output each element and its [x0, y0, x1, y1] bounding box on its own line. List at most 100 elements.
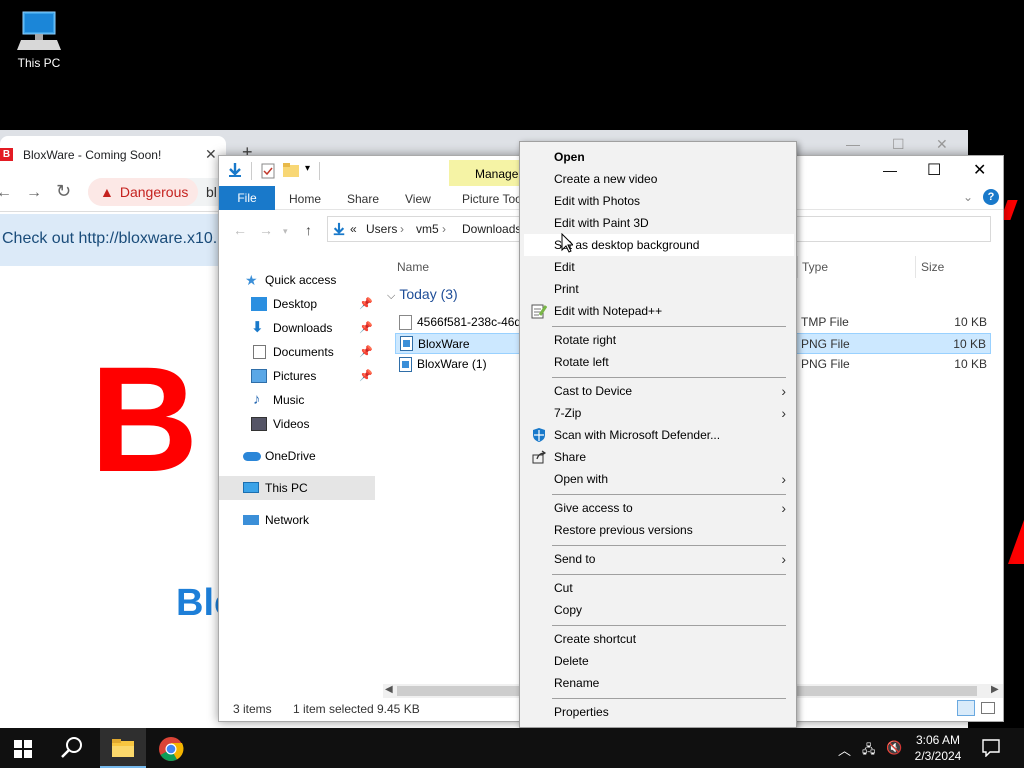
menu-item-open[interactable]: Open [524, 146, 794, 168]
menu-item-restore-versions[interactable]: Restore previous versions [524, 519, 794, 541]
notifications-icon[interactable] [982, 739, 1000, 757]
nav-desktop[interactable]: Desktop 📌 [219, 292, 376, 316]
star-icon: ★ [245, 272, 258, 288]
reload-icon[interactable]: ↻ [56, 181, 71, 202]
menu-label: Scan with Microsoft Defender... [554, 428, 721, 442]
menu-item-create-video[interactable]: Create a new video [524, 168, 794, 190]
details-view-icon[interactable] [957, 700, 975, 716]
menu-item-create-shortcut[interactable]: Create shortcut [524, 628, 794, 650]
menu-item-edit-notepadpp[interactable]: Edit with Notepad++ [524, 300, 794, 322]
breadcrumb-downloads[interactable]: Downloads [462, 222, 521, 236]
breadcrumb-overflow[interactable]: « [350, 222, 357, 236]
search-icon[interactable] [58, 734, 86, 762]
menu-label: Print [554, 282, 579, 296]
pin-icon[interactable]: 📌 [359, 364, 373, 388]
minimize-icon[interactable]: — [883, 162, 897, 178]
menu-item-delete[interactable]: Delete [524, 650, 794, 672]
nav-documents[interactable]: Documents 📌 [219, 340, 376, 364]
tab-file[interactable]: File [219, 186, 275, 210]
column-header-type[interactable]: Type [802, 260, 828, 274]
music-note-icon: ♪ [253, 391, 261, 408]
tab-share[interactable]: Share [347, 192, 379, 206]
pin-icon[interactable]: 📌 [359, 340, 373, 364]
taskbar: ︿ 🖧 🔇 3:06 AM 2/3/2024 [0, 728, 1024, 768]
menu-item-print[interactable]: Print [524, 278, 794, 300]
pin-icon[interactable]: 📌 [359, 292, 373, 316]
system-clock[interactable]: 3:06 AM 2/3/2024 [906, 732, 970, 764]
menu-item-cut[interactable]: Cut [524, 577, 794, 599]
chrome-icon[interactable] [158, 736, 184, 762]
column-header-name[interactable]: Name [397, 260, 429, 274]
windows-start-icon[interactable] [14, 740, 32, 758]
banner-text[interactable]: Check out http://bloxware.x10. [2, 230, 217, 248]
back-icon[interactable]: ← [233, 222, 247, 238]
tab-view[interactable]: View [405, 192, 431, 206]
menu-item-scan-defender[interactable]: Scan with Microsoft Defender... [524, 424, 794, 446]
nav-this-pc[interactable]: This PC [219, 476, 375, 500]
menu-item-properties[interactable]: Properties [524, 701, 794, 723]
scroll-left-icon[interactable]: ◀ [385, 684, 393, 695]
large-icons-view-icon[interactable] [981, 702, 995, 714]
forward-icon[interactable]: → [259, 222, 273, 238]
pin-icon[interactable]: 📌 [359, 316, 373, 340]
menu-item-rotate-right[interactable]: Rotate right [524, 329, 794, 351]
maximize-icon[interactable]: ☐ [927, 160, 941, 180]
scroll-right-icon[interactable]: ▶ [991, 684, 999, 695]
new-folder-icon[interactable] [283, 163, 299, 177]
breadcrumb-users[interactable]: Users [366, 222, 397, 236]
tab-title: BloxWare - Coming Soon! [23, 148, 162, 162]
recent-dropdown-icon[interactable]: ▾ [283, 226, 288, 237]
group-header[interactable]: ⌵ Today (3) [387, 286, 458, 303]
network-status-icon[interactable]: 🖧 [862, 740, 875, 761]
volume-muted-icon[interactable]: 🔇 [886, 740, 902, 756]
close-icon[interactable]: ✕ [973, 160, 986, 180]
tab-home[interactable]: Home [289, 192, 321, 206]
close-tab-icon[interactable]: ✕ [205, 146, 217, 163]
help-icon[interactable]: ? [983, 189, 999, 205]
menu-item-send-to[interactable]: Send to › [524, 548, 794, 570]
menu-item-edit-paint3d[interactable]: Edit with Paint 3D [524, 212, 794, 234]
menu-item-open-with[interactable]: Open with › [524, 468, 794, 490]
qa-dropdown-icon[interactable]: ▾ [305, 163, 310, 174]
up-icon[interactable]: ↑ [305, 222, 312, 238]
nav-downloads[interactable]: ⬇ Downloads 📌 [219, 316, 376, 340]
tab-picture-tools[interactable]: Picture Too [462, 192, 522, 206]
minimize-icon[interactable]: — [846, 136, 860, 152]
properties-check-icon[interactable] [261, 163, 275, 179]
forward-icon[interactable]: → [26, 184, 42, 202]
breadcrumb-vm5[interactable]: vm5 [416, 222, 439, 236]
menu-item-edit[interactable]: Edit [524, 256, 794, 278]
show-hidden-icons-icon[interactable]: ︿ [838, 740, 851, 759]
menu-item-rotate-left[interactable]: Rotate left [524, 351, 794, 373]
maximize-icon[interactable]: ☐ [892, 136, 905, 153]
divider [251, 162, 252, 180]
menu-item-share[interactable]: Share [524, 446, 794, 468]
security-chip[interactable]: ▲ Dangerous [88, 178, 199, 206]
menu-item-rename[interactable]: Rename [524, 672, 794, 694]
nav-onedrive[interactable]: OneDrive [219, 444, 376, 468]
nav-label: Desktop [273, 297, 318, 311]
expand-ribbon-icon[interactable]: ⌄ [963, 190, 973, 204]
taskbar-file-explorer[interactable] [100, 728, 146, 768]
nav-videos[interactable]: Videos [219, 412, 376, 436]
nav-music[interactable]: ♪ Music [219, 388, 376, 412]
desktop-icon-this-pc[interactable]: This PC [10, 10, 68, 76]
chrome-tab[interactable]: B BloxWare - Coming Soon! ✕ [0, 136, 226, 170]
menu-label: Edit with Paint 3D [554, 216, 649, 230]
back-icon[interactable]: ← [0, 184, 12, 202]
file-name: BloxWare [418, 337, 470, 351]
nav-label: This PC [265, 481, 308, 495]
menu-item-give-access[interactable]: Give access to › [524, 497, 794, 519]
menu-label: Set as desktop background [554, 238, 700, 252]
menu-item-cast-to-device[interactable]: Cast to Device › [524, 380, 794, 402]
close-window-icon[interactable]: ✕ [936, 136, 948, 153]
nav-pictures[interactable]: Pictures 📌 [219, 364, 376, 388]
menu-item-edit-photos[interactable]: Edit with Photos [524, 190, 794, 212]
menu-item-copy[interactable]: Copy [524, 599, 794, 621]
breadcrumb-separator-icon: › [400, 222, 404, 236]
column-header-size[interactable]: Size [921, 260, 944, 274]
menu-item-7zip[interactable]: 7-Zip › [524, 402, 794, 424]
nav-network[interactable]: Network [219, 508, 376, 532]
nav-quick-access[interactable]: ★ Quick access [219, 268, 376, 292]
bloxware-favicon-icon: B [0, 148, 13, 161]
